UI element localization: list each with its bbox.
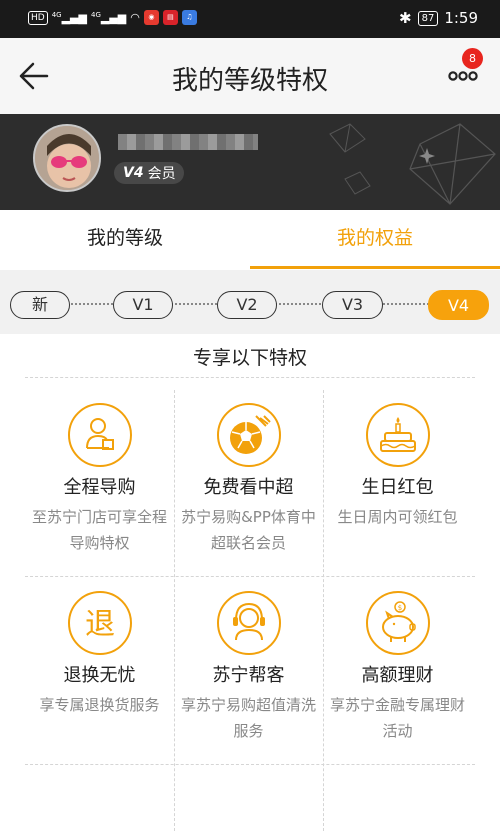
music-app-icon: ♫: [181, 10, 197, 25]
active-tab-indicator: [250, 266, 500, 269]
svg-text:退: 退: [85, 607, 115, 642]
news-app-icon: ▤: [162, 10, 178, 25]
member-level: V4: [123, 165, 144, 181]
tab-my-level[interactable]: 我的等级: [0, 210, 250, 270]
signal-4g-indicator: 4G▂▄▆: [51, 10, 87, 25]
clock: 1:59: [444, 9, 478, 27]
wifi-icon: ◠: [130, 11, 140, 24]
level-track: 新 V1 V2 V3 V4: [0, 270, 500, 334]
customer-service-icon: [216, 591, 281, 655]
notification-badge: 8: [462, 48, 483, 69]
level-v3[interactable]: V3: [322, 291, 383, 319]
avatar-image: [35, 126, 99, 190]
privilege-desc: 享专属退换货服务: [39, 696, 160, 714]
privilege-name: 免费看中超: [203, 477, 294, 498]
privilege-name: 全程导购: [63, 477, 136, 498]
grid-divider: [25, 764, 475, 765]
privilege-name: 生日红包: [361, 477, 434, 498]
signal-4g-indicator-2: 4G▂▄▆: [90, 10, 127, 25]
avatar[interactable]: [33, 124, 101, 192]
profile-banner: V4 会员: [0, 114, 500, 210]
tab-my-benefits[interactable]: 我的权益: [250, 210, 500, 270]
privilege-desc: 生日周内可领红包: [337, 508, 458, 526]
privilege-desc: 至苏宁门店可享全程导购特权: [31, 508, 167, 552]
hd-indicator: HD: [28, 10, 48, 25]
tab-bar: 我的等级 我的权益: [0, 210, 500, 270]
nav-header: 我的等级特权 8: [0, 38, 500, 114]
page-title: 我的等级特权: [171, 66, 328, 96]
privilege-name: 退换无忧: [63, 665, 136, 686]
privilege-desc: 享苏宁易购超值清洗服务: [180, 696, 316, 740]
bluetooth-icon: ✱: [399, 9, 412, 27]
battery-indicator: 87: [417, 10, 439, 26]
member-label: 会员: [147, 166, 176, 182]
level-new[interactable]: 新: [10, 291, 70, 319]
privilege-shopping-guide[interactable]: 全程导购 至苏宁门店可享全程导购特权: [25, 402, 174, 556]
map-app-icon: ◉: [143, 10, 159, 25]
diamond-decoration-icon: [329, 123, 496, 205]
privilege-customer-service[interactable]: 苏宁帮客 享苏宁易购超值清洗服务: [174, 590, 323, 744]
member-level-badge: V4 会员: [114, 162, 184, 184]
level-v1[interactable]: V1: [113, 291, 173, 319]
privilege-wealth[interactable]: $ 高额理财 享苏宁金融专属理财活动: [323, 590, 472, 744]
level-v2[interactable]: V2: [217, 291, 277, 319]
privilege-name: 苏宁帮客: [212, 665, 285, 686]
return-exchange-icon: 退: [67, 591, 132, 655]
section-title: 专享以下特权: [192, 347, 307, 369]
svg-text:$: $: [397, 604, 401, 612]
divider: [25, 377, 475, 378]
privilege-desc: 享苏宁金融专属理财活动: [329, 696, 465, 740]
shopping-guide-icon: [67, 403, 132, 467]
piggy-bank-icon: $: [365, 591, 430, 655]
more-options-icon[interactable]: [448, 68, 478, 84]
privilege-desc: 苏宁易购&PP体育中超联名会员: [181, 508, 316, 552]
privilege-birthday[interactable]: 生日红包 生日周内可领红包: [323, 402, 472, 530]
level-v4-current[interactable]: V4: [428, 290, 489, 320]
grid-divider: [25, 576, 475, 577]
username-blurred: [118, 134, 258, 150]
status-bar: HD 4G▂▄▆ 4G▂▄▆ ◠ ◉ ▤ ♫ ✱ 87 1:59: [0, 0, 500, 38]
birthday-cake-icon: [365, 403, 430, 467]
football-icon: [216, 403, 281, 467]
privilege-football[interactable]: 免费看中超 苏宁易购&PP体育中超联名会员: [174, 402, 323, 556]
privilege-return-exchange[interactable]: 退 退换无忧 享专属退换货服务: [25, 590, 174, 718]
privilege-name: 高额理财: [361, 665, 434, 686]
